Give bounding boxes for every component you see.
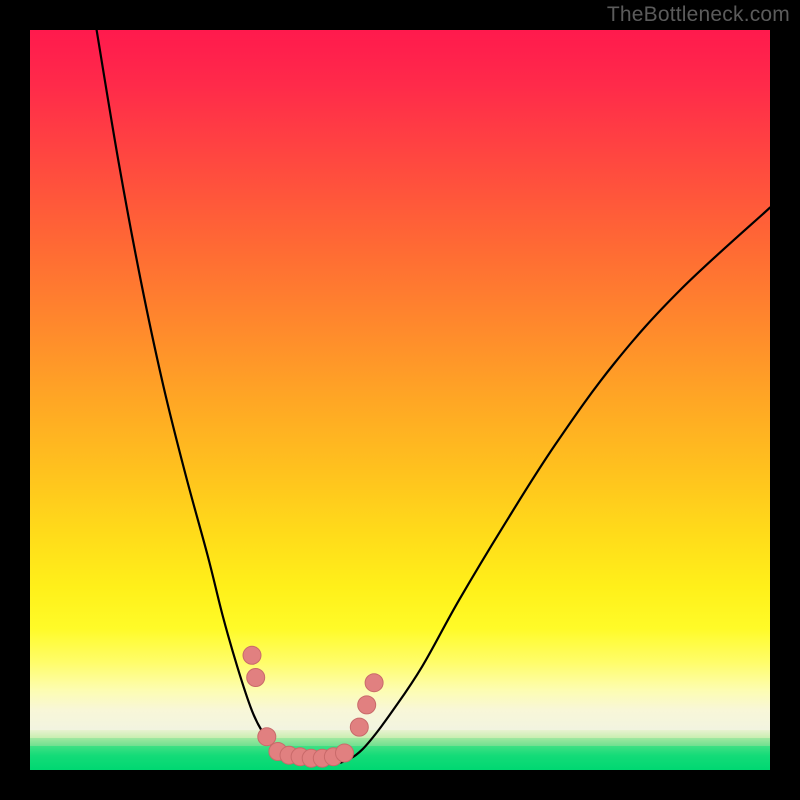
plot-area [30, 30, 770, 770]
data-marker [247, 669, 265, 687]
data-marker [358, 696, 376, 714]
curve-layer [30, 30, 770, 770]
data-marker [258, 728, 276, 746]
data-marker [365, 674, 383, 692]
curve-right-branch [341, 208, 770, 763]
watermark-text: TheBottleneck.com [607, 3, 790, 27]
chart-frame: TheBottleneck.com [0, 0, 800, 800]
data-marker [243, 646, 261, 664]
curve-left-branch [97, 30, 304, 763]
data-marker [350, 718, 368, 736]
data-marker [336, 744, 354, 762]
